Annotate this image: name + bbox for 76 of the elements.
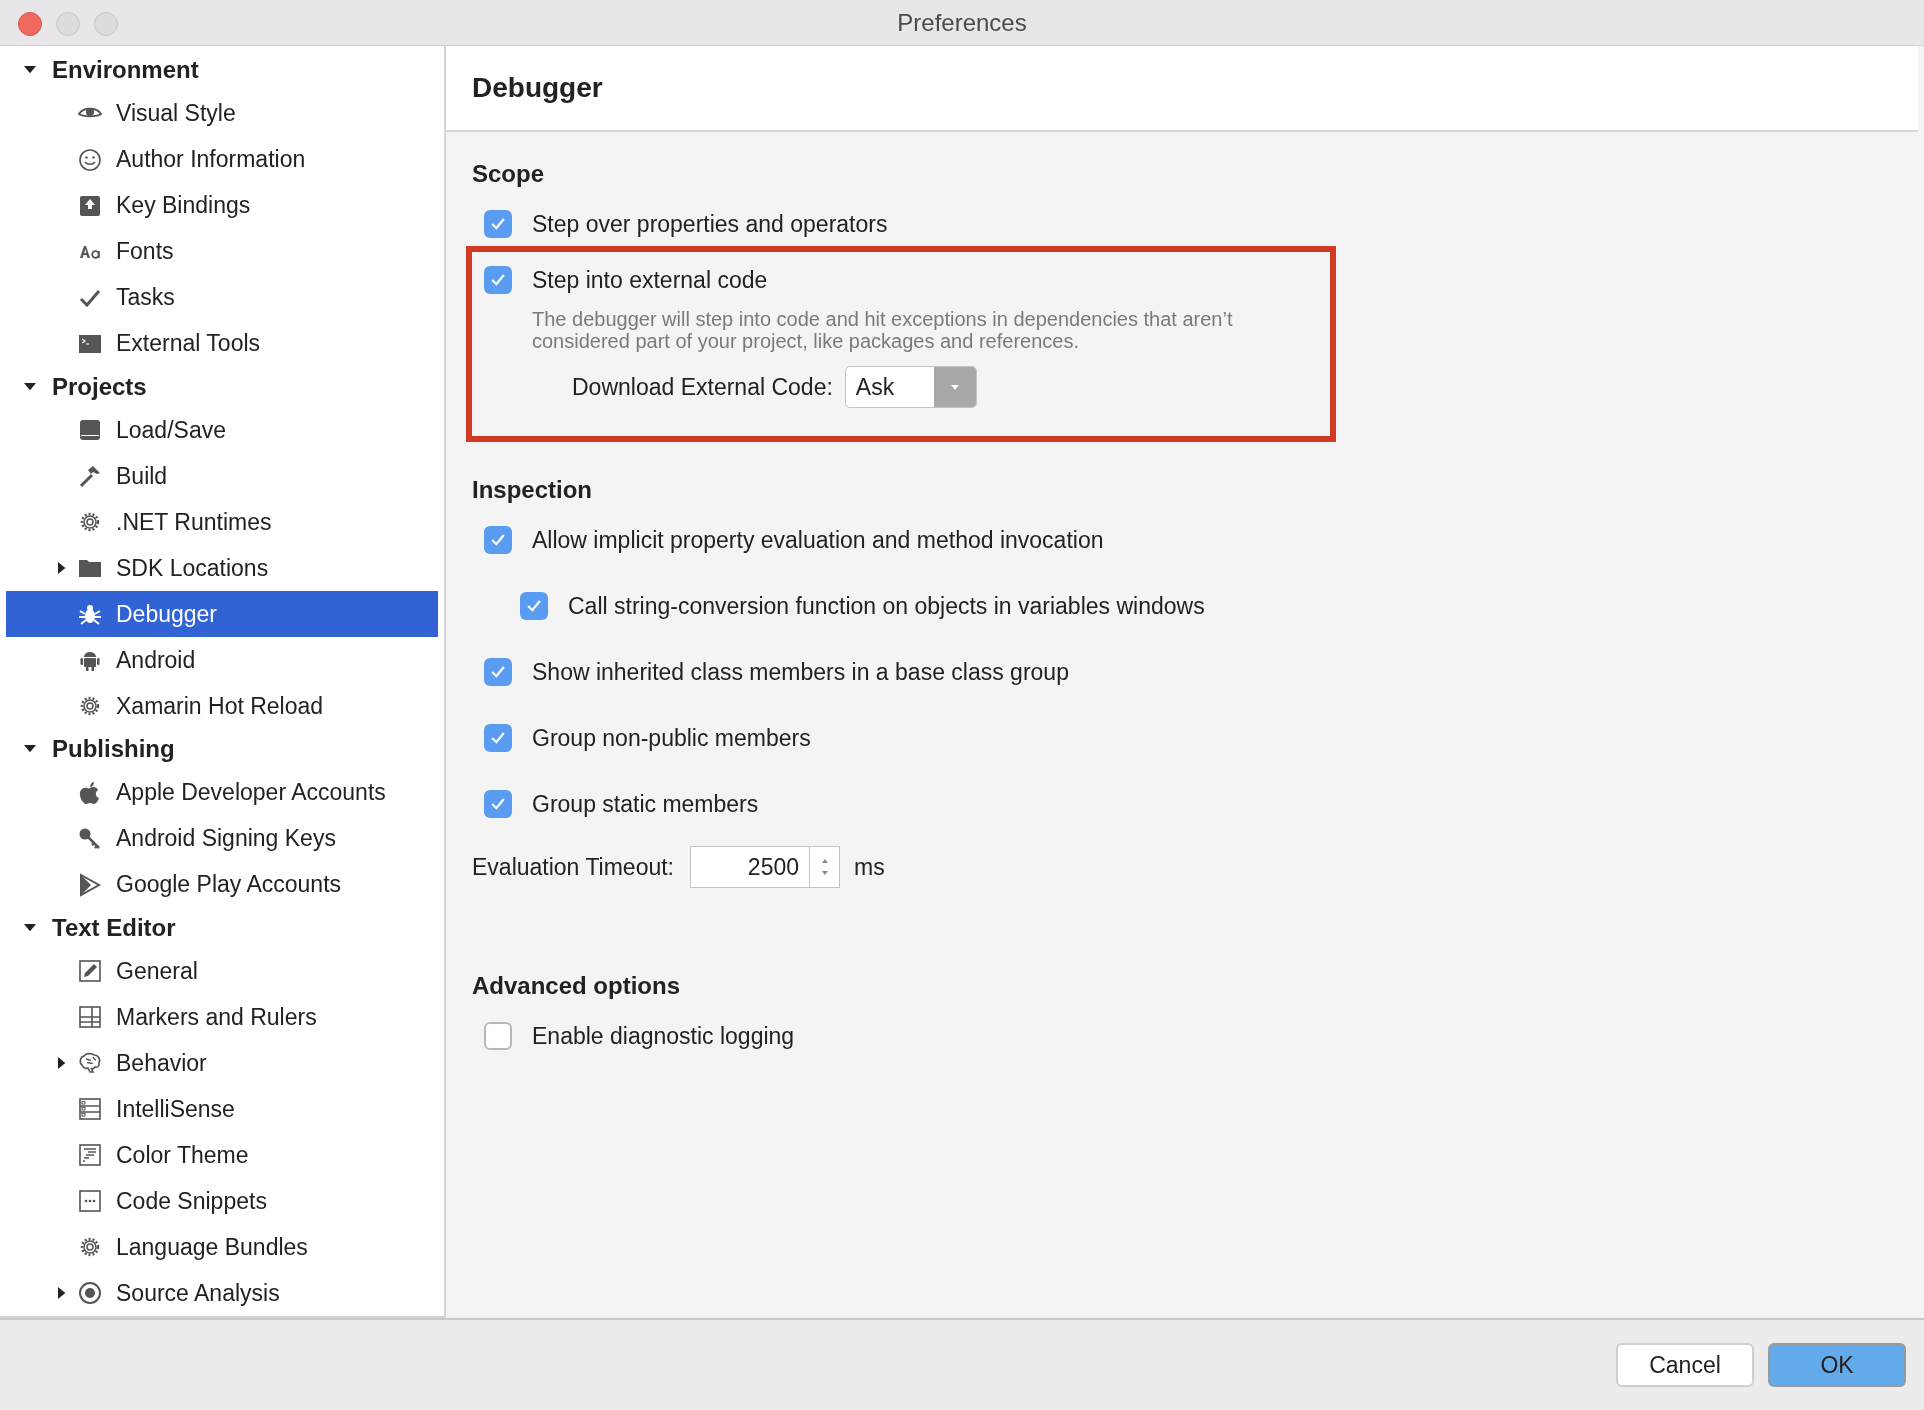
close-window-button[interactable] bbox=[18, 12, 42, 36]
sidebar-item[interactable]: Markers and Rulers bbox=[6, 994, 438, 1040]
checkbox[interactable] bbox=[484, 658, 512, 686]
pencil-icon bbox=[78, 959, 102, 983]
sidebar-item[interactable]: Load/Save bbox=[6, 407, 438, 453]
sidebar-group[interactable]: Text Editor bbox=[6, 907, 438, 948]
sidebar-item[interactable]: Android bbox=[6, 637, 438, 683]
checkbox[interactable] bbox=[520, 592, 548, 620]
panel-title: Debugger bbox=[472, 71, 603, 105]
checkbox-label: Step into external code bbox=[532, 265, 768, 295]
sidebar-item[interactable]: IntelliSense bbox=[6, 1086, 438, 1132]
ellipsis-box-icon bbox=[78, 1189, 102, 1213]
cancel-button[interactable]: Cancel bbox=[1616, 1343, 1754, 1387]
gear-icon bbox=[78, 694, 102, 718]
checkbox[interactable] bbox=[484, 790, 512, 818]
sidebar-item[interactable]: External Tools bbox=[6, 320, 438, 367]
download-dropdown[interactable]: Ask bbox=[844, 366, 977, 408]
gear-icon bbox=[78, 510, 102, 534]
play-triangle-icon bbox=[78, 872, 102, 897]
sidebar-item[interactable]: Author Information bbox=[6, 136, 438, 183]
gear-icon bbox=[78, 1235, 102, 1259]
unit-label: ms bbox=[854, 852, 885, 882]
bug-icon bbox=[78, 602, 102, 626]
section-heading: Scope bbox=[472, 159, 546, 189]
hard-drive-icon bbox=[78, 418, 102, 442]
checkbox[interactable] bbox=[484, 210, 512, 238]
checkbox-label: Step over properties and operators bbox=[532, 209, 888, 239]
checkbox-label: Call string-conversion function on objects in variables windows bbox=[568, 591, 1205, 621]
sidebar-item[interactable]: Behavior bbox=[6, 1040, 438, 1086]
sidebar-item[interactable]: .NET Runtimes bbox=[6, 499, 438, 545]
sidebar-item[interactable]: Key Bindings bbox=[6, 182, 438, 229]
option-description: The debugger will step into code and hit exceptions in dependencies that aren’t considered part of your project, like packages and references. bbox=[531, 308, 1234, 352]
radio-target-icon bbox=[78, 1281, 102, 1305]
sidebar-item[interactable]: Build bbox=[6, 453, 438, 499]
section-heading: Inspection bbox=[472, 475, 593, 505]
key-icon bbox=[78, 826, 102, 851]
sidebar-group[interactable]: Environment bbox=[6, 50, 438, 91]
smiley-icon bbox=[78, 147, 102, 172]
sidebar-item[interactable]: Color Theme bbox=[6, 1132, 438, 1178]
sidebar-item[interactable]: Code Snippets bbox=[6, 1178, 438, 1224]
document-lines-icon bbox=[78, 1143, 102, 1167]
sidebar-item[interactable]: General bbox=[6, 948, 438, 994]
window-title: Preferences bbox=[897, 7, 1027, 38]
grid-layout-icon bbox=[78, 1005, 102, 1029]
sidebar-item[interactable]: Source Analysis bbox=[6, 1270, 438, 1316]
ok-button[interactable]: OK bbox=[1768, 1343, 1906, 1387]
sidebar-item[interactable]: Debugger bbox=[6, 591, 438, 637]
sidebar-item[interactable]: Google Play Accounts bbox=[6, 861, 438, 908]
sidebar-item[interactable]: Fonts bbox=[6, 228, 438, 275]
checkbox[interactable] bbox=[484, 266, 512, 294]
brain-icon bbox=[78, 1051, 102, 1075]
checkbox-label: Group static members bbox=[532, 789, 759, 819]
checkbox[interactable] bbox=[484, 1022, 512, 1050]
checkbox-label: Allow implicit property evaluation and method invocation bbox=[532, 525, 1104, 555]
keyboard-key-icon bbox=[78, 193, 102, 218]
checkbox[interactable] bbox=[484, 724, 512, 752]
spinner-label: Evaluation Timeout: bbox=[472, 852, 674, 882]
section-heading: Advanced options bbox=[472, 971, 682, 1001]
apple-icon bbox=[78, 780, 102, 805]
checkbox-label: Enable diagnostic logging bbox=[532, 1021, 795, 1051]
checkbox-label: Group non-public members bbox=[532, 723, 811, 753]
dropdown-label: Download External Code: bbox=[572, 372, 833, 402]
sidebar-item[interactable]: Xamarin Hot Reload bbox=[6, 683, 438, 729]
sidebar-item[interactable]: Language Bundles bbox=[6, 1224, 438, 1270]
sidebar-item[interactable]: Visual Style bbox=[6, 90, 438, 137]
hammer-icon bbox=[78, 464, 102, 488]
checkbox-label: Show inherited class members in a base class group bbox=[532, 657, 1069, 687]
sidebar-group[interactable]: Publishing bbox=[6, 729, 438, 770]
sidebar-item[interactable]: Tasks bbox=[6, 274, 438, 321]
list-icon bbox=[78, 1097, 102, 1121]
sidebar-item[interactable]: SDK Locations bbox=[6, 545, 438, 591]
sidebar-group[interactable]: Projects bbox=[6, 366, 438, 407]
sidebar-item[interactable]: Android Signing Keys bbox=[6, 815, 438, 862]
timeout-spinner[interactable]: 2500 bbox=[690, 846, 840, 888]
checkbox[interactable] bbox=[484, 526, 512, 554]
sidebar-item[interactable]: Apple Developer Accounts bbox=[6, 769, 438, 816]
